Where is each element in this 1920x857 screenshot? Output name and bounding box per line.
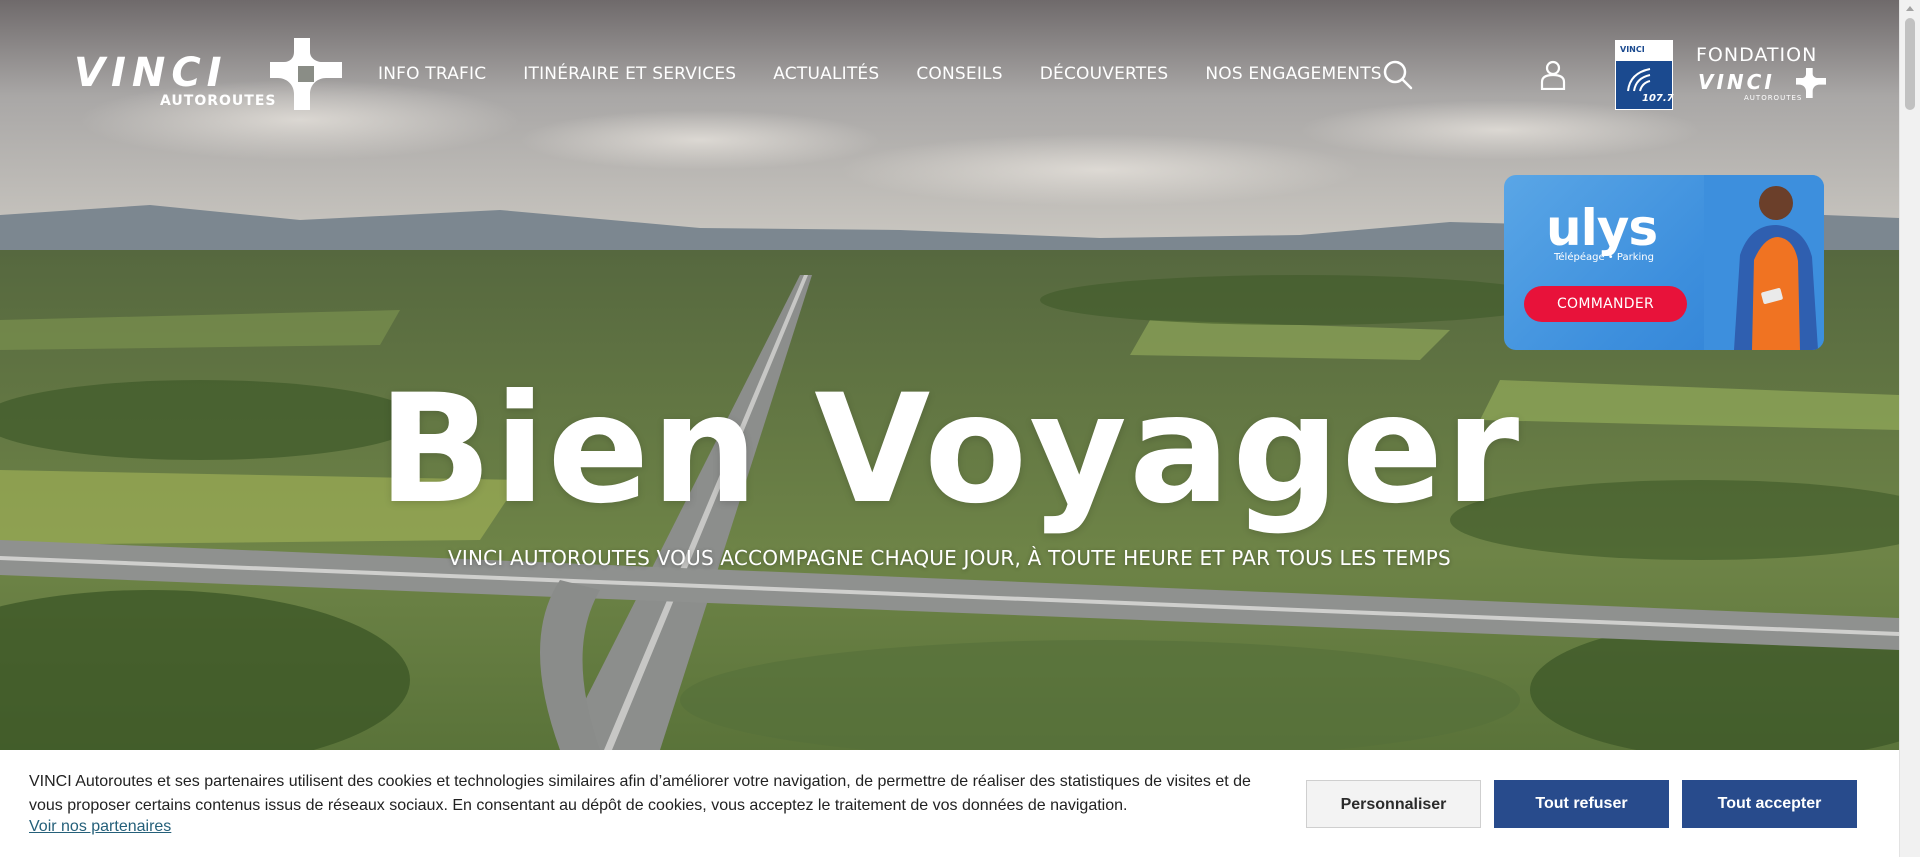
vinci-logo-icon — [270, 38, 342, 110]
personnaliser-button[interactable]: Personnaliser — [1306, 780, 1481, 828]
main-navigation: INFO TRAFIC ITINÉRAIRE ET SERVICES ACTUA… — [378, 64, 1419, 84]
radio-107-7-badge[interactable]: VINCI 107.7 — [1615, 40, 1674, 110]
tout-refuser-button[interactable]: Tout refuser — [1494, 780, 1669, 828]
radio-frequency: 107.7 — [1642, 93, 1674, 104]
nav-item-conseils[interactable]: CONSEILS — [916, 64, 1002, 84]
cookie-message: VINCI Autoroutes et ses partenaires util… — [29, 773, 1251, 814]
vinci-autoroutes-logo[interactable]: VINCI AUTOROUTES — [74, 38, 342, 114]
logo-subtitle: AUTOROUTES — [160, 93, 277, 109]
nav-item-itineraire-services[interactable]: ITINÉRAIRE ET SERVICES — [523, 64, 736, 84]
scroll-up-icon[interactable] — [1906, 6, 1914, 11]
site-header: VINCI AUTOROUTES INFO TRAFIC ITINÉRAIRE … — [0, 0, 1899, 150]
scrollbar-thumb[interactable] — [1905, 18, 1915, 110]
ulys-brand: ulys — [1546, 199, 1658, 257]
radio-badge-top: VINCI — [1616, 41, 1672, 61]
nav-item-info-trafic[interactable]: INFO TRAFIC — [378, 64, 486, 84]
partners-link[interactable]: Voir nos partenaires — [29, 818, 171, 836]
hero-subtitle: VINCI AUTOROUTES VOUS ACCOMPAGNE CHAQUE … — [448, 546, 1451, 570]
fondation-subtitle: AUTOROUTES — [1744, 94, 1803, 102]
nav-item-decouvertes[interactable]: DÉCOUVERTES — [1040, 64, 1169, 84]
ulys-promo-card[interactable]: ulys Télépéage • Parking COMMANDER — [1504, 175, 1824, 350]
search-icon[interactable] — [1383, 60, 1413, 90]
fondation-vinci-logo[interactable]: FONDATION VINCI AUTOROUTES — [1696, 44, 1828, 104]
fondation-label: FONDATION — [1696, 44, 1818, 66]
tout-accepter-button[interactable]: Tout accepter — [1682, 780, 1857, 828]
fondation-vinci-wordmark: VINCI — [1698, 70, 1775, 94]
nav-item-actualites[interactable]: ACTUALITÉS — [773, 64, 879, 84]
promo-person-image — [1704, 175, 1824, 350]
ulys-tagline: Télépéage • Parking — [1554, 252, 1654, 263]
page-scrollbar[interactable] — [1899, 0, 1920, 857]
fondation-logo-icon — [1796, 68, 1826, 98]
radio-badge-brand: VINCI — [1620, 45, 1645, 54]
commander-button[interactable]: COMMANDER — [1524, 286, 1687, 322]
user-account-icon[interactable] — [1540, 60, 1566, 91]
logo-wordmark: VINCI — [74, 50, 228, 96]
nav-item-nos-engagements[interactable]: NOS ENGAGEMENTS — [1205, 64, 1381, 84]
cookie-banner: VINCI Autoroutes et ses partenaires util… — [0, 750, 1899, 857]
hero-title: Bien Voyager — [377, 363, 1522, 537]
radio-waves-icon — [1627, 68, 1651, 92]
